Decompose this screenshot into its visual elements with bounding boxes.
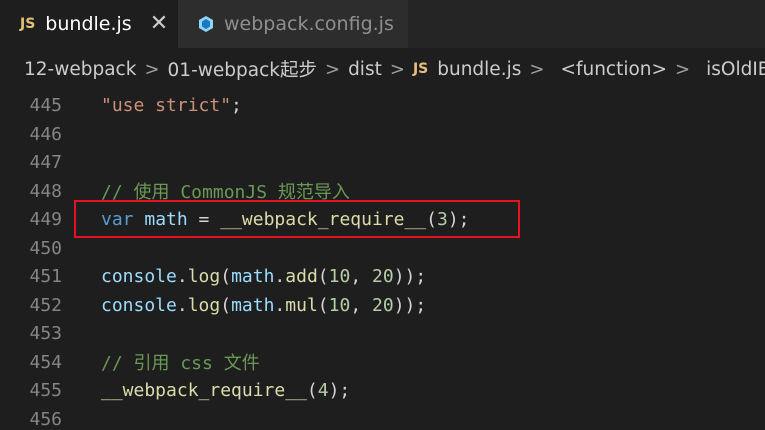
code-token: log [187, 294, 221, 316]
code-token: , [350, 294, 372, 316]
chevron-right-icon: > [529, 58, 545, 80]
tab-label: webpack.config.js [224, 13, 394, 35]
tab-label: bundle.js [45, 13, 132, 35]
code-token: math [231, 266, 275, 288]
code-token: ( [317, 294, 329, 316]
code-token: . [274, 294, 286, 316]
line-number: 445 [29, 95, 62, 117]
code-line[interactable]: 448 // 使用 CommonJS 规范导入 [0, 177, 765, 206]
line-number: 448 [29, 180, 62, 202]
code-token: console [101, 266, 177, 288]
code-token: console [101, 294, 177, 316]
code-token: ( [306, 380, 318, 402]
code-token: )); [393, 294, 427, 316]
code-token: . [274, 266, 286, 288]
code-line[interactable]: 451 console.log(math.add(10, 20)); [0, 263, 765, 292]
code-text: var math = __webpack_require__(3); [101, 209, 470, 230]
code-token: // 使用 CommonJS 规范导入 [101, 182, 350, 204]
line-number: 449 [29, 209, 62, 231]
line-number: 446 [29, 123, 62, 145]
webpack-icon [199, 16, 213, 32]
code-line[interactable]: 446 [0, 120, 765, 149]
code-token: 20 [372, 294, 394, 316]
code-token: . [176, 294, 188, 316]
breadcrumb-item-bundle-js[interactable]: bundle.js [437, 59, 521, 80]
breadcrumb-item-01-webpack[interactable]: 01-webpack起步 [168, 56, 317, 82]
line-number: 453 [29, 323, 62, 345]
code-line[interactable]: 456 [0, 405, 765, 430]
line-number: 456 [29, 408, 62, 430]
tab-webpack-config-js[interactable]: webpack.config.js [178, 0, 408, 48]
code-token: __webpack_require__ [101, 380, 307, 402]
code-text: "use strict"; [101, 95, 242, 116]
code-token: add [285, 266, 318, 288]
code-line[interactable]: 447 [0, 149, 765, 178]
code-line[interactable]: 450 [0, 234, 765, 263]
code-token: mul [285, 294, 318, 316]
code-token: ( [426, 209, 437, 231]
line-number: 454 [29, 351, 62, 373]
chevron-right-icon: > [675, 58, 691, 80]
tab-bundle-js[interactable]: JS bundle.js ✕ [0, 0, 178, 48]
breadcrumb-item-12-webpack[interactable]: 12-webpack [24, 59, 136, 80]
js-file-icon: JS [20, 16, 36, 32]
code-line[interactable]: 453 [0, 320, 765, 349]
code-token: 3 [436, 209, 448, 231]
breadcrumb-item-isoldie[interactable]: isOldIE [706, 59, 765, 80]
code-token: 4 [317, 380, 329, 402]
code-editor[interactable]: 445 "use strict"; 446 447 448 // 使用 CommonJS … [0, 90, 765, 430]
js-file-icon: JS [412, 61, 429, 77]
code-text: // 引用 css 文件 [101, 349, 260, 375]
breadcrumb-item-function[interactable]: <function> [560, 59, 667, 80]
code-text: console.log(math.mul(10, 20)); [101, 295, 426, 316]
code-token: )); [393, 266, 427, 288]
code-token: ); [328, 380, 351, 402]
code-line[interactable]: 449 var math = __webpack_require__(3); [0, 206, 765, 235]
line-number: 451 [29, 266, 62, 288]
line-number: 450 [29, 237, 62, 259]
chevron-right-icon: > [389, 58, 405, 80]
code-token: ( [317, 266, 329, 288]
code-token: 20 [372, 266, 394, 288]
code-text: console.log(math.add(10, 20)); [101, 266, 426, 287]
code-token: math [231, 294, 275, 316]
code-token: = [187, 209, 221, 231]
breadcrumb: 12-webpack > 01-webpack起步 > dist > JS bu… [0, 48, 765, 90]
code-token: . [176, 266, 188, 288]
code-token: 10 [328, 294, 351, 316]
code-text: __webpack_require__(4); [101, 380, 350, 401]
close-icon[interactable]: ✕ [150, 13, 168, 35]
code-text: // 使用 CommonJS 规范导入 [101, 178, 350, 204]
code-line[interactable]: 454 // 引用 css 文件 [0, 348, 765, 377]
code-token: ( [220, 266, 232, 288]
breadcrumb-item-dist[interactable]: dist [348, 59, 382, 80]
code-token: , [350, 266, 372, 288]
code-token: __webpack_require__ [220, 209, 427, 231]
code-line[interactable]: 445 "use strict"; [0, 92, 765, 121]
code-token: log [187, 266, 221, 288]
line-number: 455 [29, 380, 62, 402]
code-token: "use strict" [101, 95, 232, 117]
code-token: ; [231, 95, 242, 117]
line-number: 447 [29, 152, 62, 174]
code-token: ); [447, 209, 470, 231]
code-token: math [144, 209, 188, 231]
chevron-right-icon: > [144, 58, 160, 80]
code-token: 10 [328, 266, 351, 288]
tab-bar: JS bundle.js ✕ webpack.config.js [0, 0, 765, 48]
code-token: // 引用 css 文件 [101, 353, 260, 375]
chevron-right-icon: > [324, 58, 341, 80]
code-line[interactable]: 452 console.log(math.mul(10, 20)); [0, 291, 765, 320]
code-line[interactable]: 455 __webpack_require__(4); [0, 377, 765, 406]
code-token: ( [220, 294, 232, 316]
line-number: 452 [29, 294, 62, 316]
code-token: var [101, 209, 134, 231]
